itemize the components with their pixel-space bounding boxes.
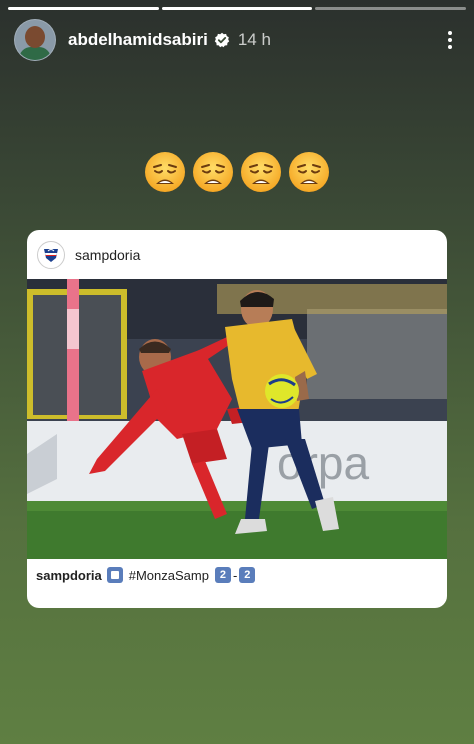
username[interactable]: abdelhamidsabiri [68,30,208,50]
story-progress-segment [315,7,467,10]
sampdoria-logo-icon[interactable] [37,240,65,269]
match-photo[interactable]: orpa [27,279,447,559]
weary-face-icon [241,152,281,192]
story-progress-segment [161,7,313,10]
shared-post-card[interactable]: sampdoria orpa sampdoria #MonzaSamp 2 - … [27,230,447,608]
post-caption: sampdoria #MonzaSamp 2 - 2 [36,567,256,583]
score-away-keycap: 2 [239,567,256,583]
story-progress-bar [8,7,467,10]
shared-post-account[interactable]: sampdoria [75,247,140,263]
emoji-row [0,150,474,194]
more-options-icon[interactable] [440,28,460,52]
score-home-keycap: 2 [214,567,231,583]
blue-square-icon [106,567,123,583]
shared-post-header: sampdoria [27,230,447,279]
weary-face-icon [289,152,329,192]
avatar[interactable] [14,19,56,61]
weary-face-icon [145,152,185,192]
weary-face-icon [193,152,233,192]
score-separator: - [232,567,238,583]
caption-username[interactable]: sampdoria [36,568,102,583]
verified-badge-icon [214,32,230,48]
story-progress-segment [8,7,159,10]
post-time: 14 h [237,30,271,49]
story-header: abdelhamidsabiri 14 h [14,19,460,61]
hashtag[interactable]: #MonzaSamp [129,568,209,583]
